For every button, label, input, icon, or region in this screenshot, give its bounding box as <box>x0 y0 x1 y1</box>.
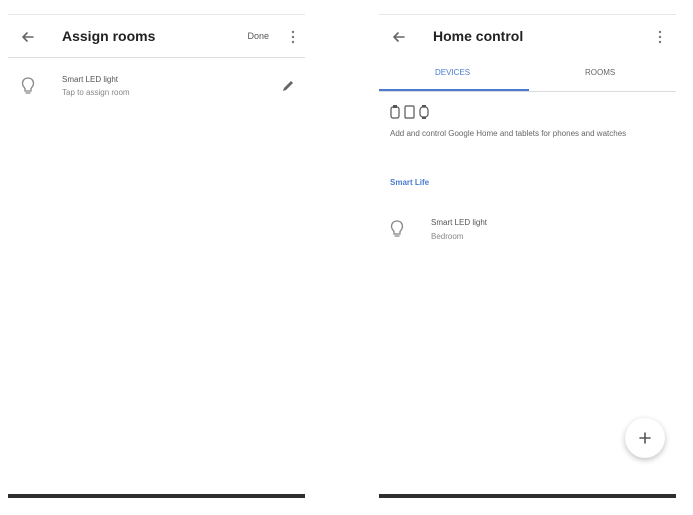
home-control-screen: Home control DEVICES ROOMS Add and contr… <box>379 14 676 498</box>
device-name: Smart LED light <box>431 218 488 227</box>
more-vert-icon[interactable] <box>289 27 297 47</box>
device-icons <box>390 104 440 120</box>
back-arrow-icon[interactable] <box>389 27 409 47</box>
smart-life-link[interactable]: Smart Life <box>390 178 429 187</box>
appbar-divider <box>8 57 305 58</box>
plus-icon <box>639 432 651 444</box>
tab-rooms[interactable]: ROOMS <box>585 68 615 77</box>
page-title: Assign rooms <box>62 28 156 44</box>
bulb-icon <box>389 219 405 239</box>
device-room: Bedroom <box>431 232 464 241</box>
description-text: Add and control Google Home and tablets … <box>390 129 627 138</box>
tab-devices[interactable]: DEVICES <box>435 68 470 77</box>
done-button[interactable]: Done <box>247 31 269 41</box>
back-arrow-icon[interactable] <box>18 27 38 47</box>
edit-pencil-icon[interactable] <box>280 78 296 94</box>
device-name: Smart LED light <box>62 75 119 84</box>
more-vert-icon[interactable] <box>656 27 664 47</box>
app-bar: Home control <box>379 15 676 59</box>
assign-rooms-screen: Assign rooms Done Smart LED light Tap to… <box>8 14 305 498</box>
system-nav-bar <box>8 494 305 498</box>
bulb-icon <box>20 76 36 96</box>
page-title: Home control <box>433 28 524 44</box>
add-device-fab[interactable] <box>625 418 665 458</box>
app-bar: Assign rooms Done <box>8 15 305 59</box>
tabs-divider <box>379 91 676 92</box>
device-subtitle: Tap to assign room <box>62 88 130 97</box>
system-nav-bar <box>379 494 676 498</box>
